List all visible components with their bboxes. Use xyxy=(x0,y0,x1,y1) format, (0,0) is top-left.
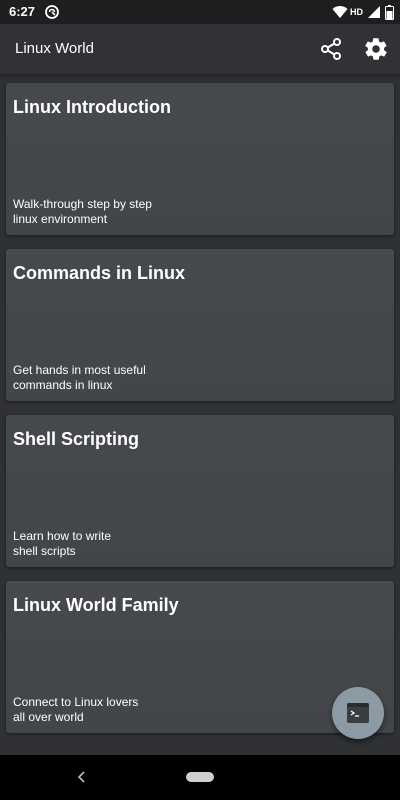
home-pill[interactable] xyxy=(186,772,214,782)
share-button[interactable] xyxy=(318,36,344,62)
app-bar: Linux World xyxy=(0,24,400,74)
notification-icon xyxy=(44,4,60,20)
topic-list: Linux Introduction Walk-through step by … xyxy=(0,74,400,755)
terminal-fab[interactable] xyxy=(332,687,384,739)
share-icon xyxy=(321,38,341,60)
card-title: Commands in Linux xyxy=(13,263,186,283)
card-title: Linux World Family xyxy=(13,595,179,615)
card-title: Linux Introduction xyxy=(13,97,171,117)
card-description: Walk-through step by step linux environm… xyxy=(13,197,152,226)
signal-icon xyxy=(367,5,381,19)
battery-icon xyxy=(385,4,394,20)
back-icon[interactable] xyxy=(74,768,90,786)
app-title: Linux World xyxy=(15,40,94,57)
card-commands-in-linux[interactable]: Commands in Linux Get hands in most usef… xyxy=(6,249,394,401)
card-linux-introduction[interactable]: Linux Introduction Walk-through step by … xyxy=(6,83,394,235)
terminal-icon xyxy=(347,703,369,723)
wifi-icon xyxy=(332,5,348,19)
card-description: Connect to Linux lovers all over world xyxy=(13,695,139,724)
card-shell-scripting[interactable]: Shell Scripting Learn how to write shell… xyxy=(6,415,394,567)
card-description: Learn how to write shell scripts xyxy=(13,529,112,558)
status-icons: HD xyxy=(332,3,394,21)
status-time: 6:27 xyxy=(9,4,36,19)
settings-button[interactable] xyxy=(363,36,389,62)
network-type: HD xyxy=(350,7,363,17)
status-bar: 6:27 HD xyxy=(0,0,400,24)
card-title: Shell Scripting xyxy=(13,429,140,449)
app-screen: 6:27 HD Linux World Linux Introduction W… xyxy=(0,0,400,800)
system-nav-bar xyxy=(0,755,400,800)
card-description: Get hands in most useful commands in lin… xyxy=(13,363,146,392)
settings-icon xyxy=(365,38,387,60)
